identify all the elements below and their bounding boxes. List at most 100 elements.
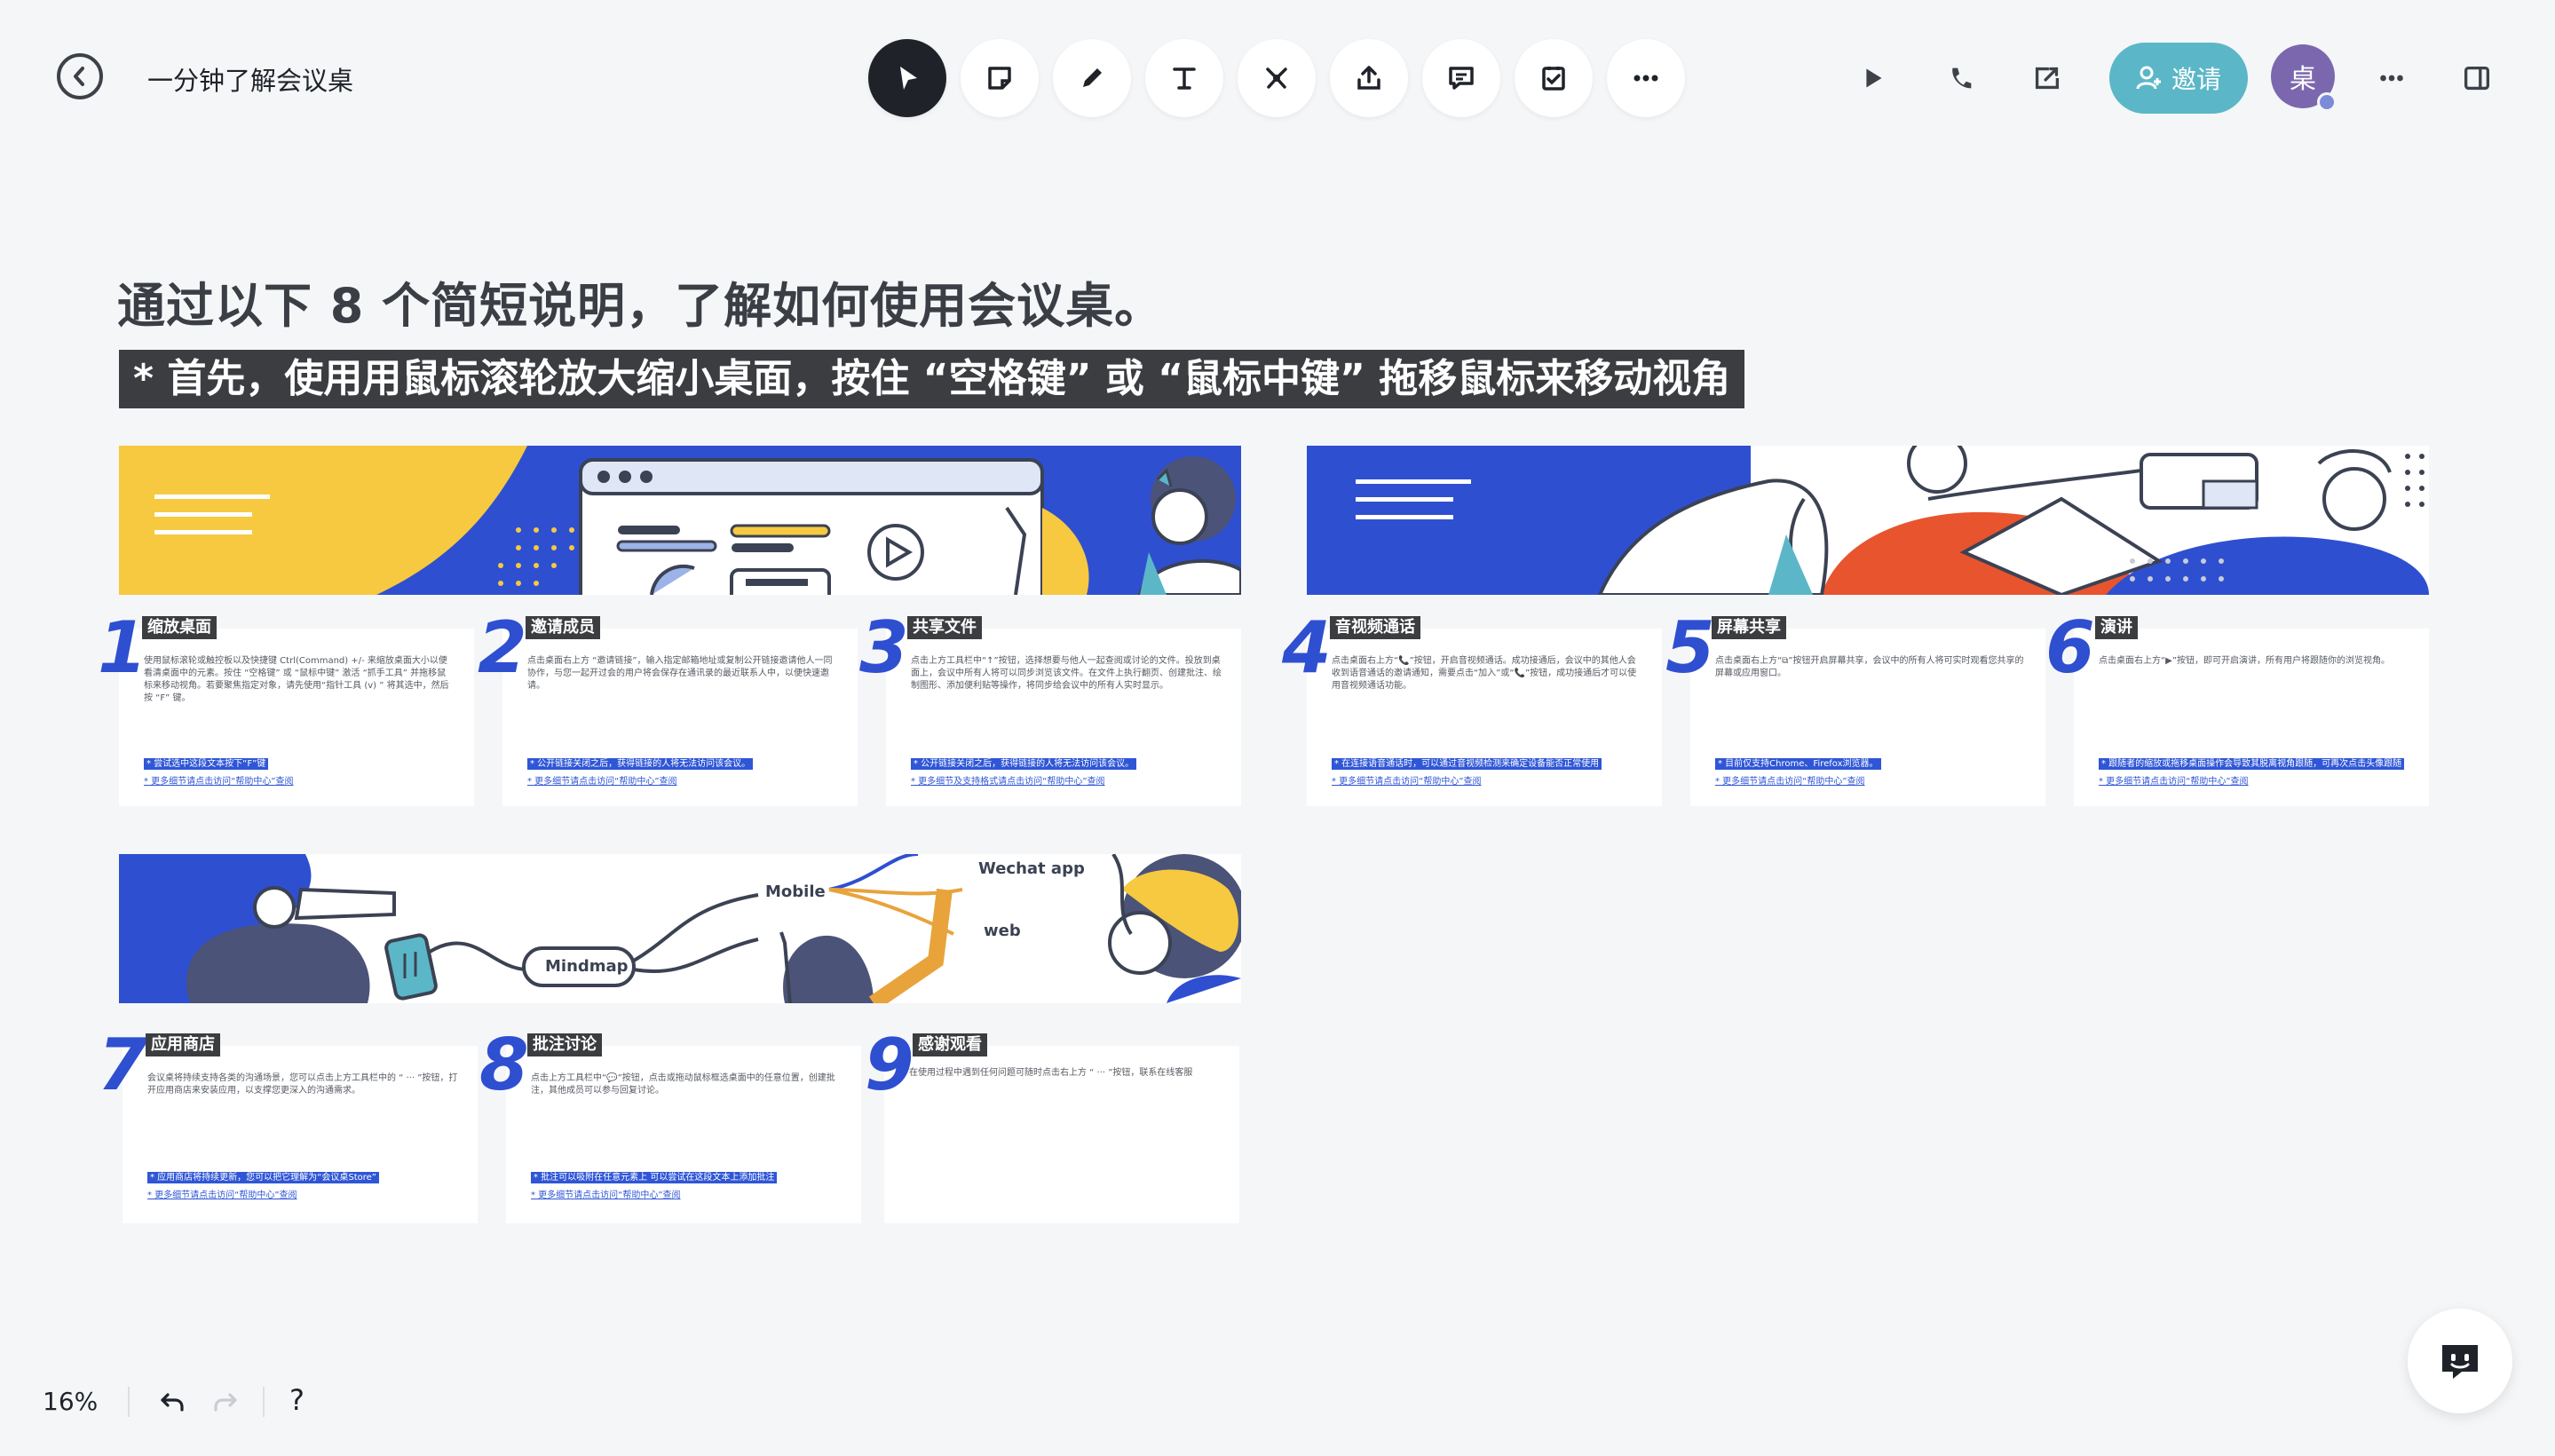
card-description: 点击上方工具栏中“↑”按钮，选择想要与他人一起查阅或讨论的文件。投放到桌面上，会… xyxy=(911,656,1222,691)
help-button[interactable]: ? xyxy=(289,1383,305,1417)
card-highlight: * 批注可以吸附在任意元素上 可以尝试在这段文本上添加批注 xyxy=(531,1172,778,1183)
tip-card-7[interactable]: 会议桌将持续支持各类的沟通场景，您可以点击上方工具栏中的 “ ··· ”按钮，打… xyxy=(123,1046,478,1223)
card-highlight: * 在连接语音通话时，可以通过音视频检测来确定设备能否正常使用 xyxy=(1332,758,1602,770)
tip-card-4[interactable]: 点击桌面右上方“📞”按钮，开启音视频通话。成功接通后，会议中的其他人会收到语音通… xyxy=(1307,629,1662,806)
checklist-tool-button[interactable] xyxy=(1515,39,1593,117)
card-description: 点击桌面右上方“⧉”按钮开启屏幕共享，会议中的所有人将可实时观看您共享的屏幕或应… xyxy=(1715,656,2024,678)
avatar-initial: 桌 xyxy=(2290,64,2316,95)
card-number: 6 xyxy=(2045,606,2095,689)
card-title: 音视频通话 xyxy=(1330,616,1420,639)
card-number: 5 xyxy=(1665,606,1715,689)
zoom-level[interactable]: 16% xyxy=(43,1387,98,1416)
tip-card-2[interactable]: 点击桌面右上方 “邀请链接”，输入指定邮箱地址或复制公开链接邀请他人一同协作，与… xyxy=(502,629,858,806)
tip-card-5[interactable]: 点击桌面右上方“⧉”按钮开启屏幕共享，会议中的所有人将可实时观看您共享的屏幕或应… xyxy=(1690,629,2045,806)
card-title: 演讲 xyxy=(2095,616,2138,639)
card-description: 使用鼠标滚轮或触控板以及快捷键 Ctrl(Command) +/- 来缩放桌面大… xyxy=(144,656,449,703)
canvas-headline[interactable]: 通过以下 8 个简短说明，了解如何使用会议桌。 xyxy=(117,266,1163,336)
chevron-left-icon xyxy=(74,67,84,86)
undo-icon xyxy=(161,1393,184,1412)
back-button[interactable] xyxy=(57,53,103,99)
tip-card-6[interactable]: 点击桌面右上方“▶”按钮，即可开启演讲，所有用户将跟随你的浏览视角。 * 跟随者… xyxy=(2074,629,2429,806)
checklist-icon xyxy=(1542,67,1565,91)
card-title: 应用商店 xyxy=(146,1033,220,1056)
redo-button[interactable] xyxy=(210,1385,241,1417)
card-title: 感谢观看 xyxy=(913,1033,987,1056)
add-user-icon xyxy=(2136,66,2161,90)
tip-card-8[interactable]: 点击上方工具栏中“💬”按钮，点击或拖动鼠标框选桌面中的任意位置，创建批注，其他成… xyxy=(506,1046,861,1223)
sticky-note-tool-button[interactable] xyxy=(961,39,1039,117)
more-menu-button[interactable] xyxy=(2353,39,2431,117)
customer-service-button[interactable] xyxy=(2408,1309,2512,1413)
card-number: 1 xyxy=(98,606,147,689)
card-title: 邀请成员 xyxy=(526,616,600,639)
help-center-link[interactable]: * 更多细节请点击访问“帮助中心”查阅 xyxy=(1715,776,1865,787)
help-center-link[interactable]: * 更多细节请点击访问“帮助中心”查阅 xyxy=(531,1190,681,1201)
banner-illustration-2[interactable] xyxy=(1307,446,2429,595)
invite-button[interactable]: 邀请 xyxy=(2109,43,2248,114)
more-icon xyxy=(2380,75,2403,82)
tip-card-9[interactable]: 在使用过程中遇到任何问题可随时点击右上方 “ ··· ”按钮，联系在线客服 xyxy=(884,1046,1239,1223)
banner-1-art xyxy=(119,446,1241,595)
card-number: 2 xyxy=(478,606,527,689)
card-highlight: * 应用商店将持续更新，您可以把它理解为“会议桌Store” xyxy=(147,1172,379,1183)
card-highlight: * 公开链接关闭之后，获得链接的人将无法访问该会议。 xyxy=(527,758,754,770)
tip-card-3[interactable]: 点击上方工具栏中“↑”按钮，选择想要与他人一起查阅或讨论的文件。投放到桌面上，会… xyxy=(886,629,1241,806)
comment-tool-button[interactable] xyxy=(1422,39,1500,117)
text-icon xyxy=(1173,67,1196,90)
document-title: 一分钟了解会议桌 xyxy=(147,66,354,96)
mindmap-mobile-label: Mobile xyxy=(765,882,826,901)
call-button[interactable] xyxy=(1921,39,1999,117)
card-highlight: * 跟随者的缩放或拖移桌面操作会导致其脱离视角跟随，可再次点击头像跟随 xyxy=(2099,758,2405,770)
help-center-link[interactable]: * 更多细节及支持格式请点击访问“帮助中心”查阅 xyxy=(911,776,1105,787)
help-center-link[interactable]: * 更多细节请点击访问“帮助中心”查阅 xyxy=(144,776,294,787)
chat-bot-icon xyxy=(2442,1345,2478,1379)
upload-tool-button[interactable] xyxy=(1330,39,1408,117)
help-center-link[interactable]: * 更多细节请点击访问“帮助中心”查阅 xyxy=(1332,776,1482,787)
screen-share-button[interactable] xyxy=(2008,39,2086,117)
help-center-link[interactable]: * 更多细节请点击访问“帮助中心”查阅 xyxy=(2099,776,2249,787)
card-description: 点击桌面右上方 “邀请链接”，输入指定邮箱地址或复制公开链接邀请他人一同协作，与… xyxy=(527,656,833,691)
more-tools-button[interactable] xyxy=(1607,39,1685,117)
invite-label: 邀请 xyxy=(2171,65,2221,94)
present-button[interactable] xyxy=(1834,39,1912,117)
more-icon xyxy=(1633,75,1658,82)
banner-illustration-1[interactable] xyxy=(119,446,1241,595)
screen-share-icon xyxy=(2035,67,2060,90)
card-highlight: * 目前仅支持Chrome、Firefox浏览器。 xyxy=(1715,758,1881,770)
card-title: 缩放桌面 xyxy=(142,616,217,639)
card-description: 在使用过程中遇到任何问题可随时点击右上方 “ ··· ”按钮，联系在线客服 xyxy=(909,1068,1193,1078)
play-icon xyxy=(1866,68,1882,88)
main-toolbar xyxy=(868,39,1685,117)
mindmap-web-label: web xyxy=(984,922,1021,940)
pointer-tool-button[interactable] xyxy=(868,39,946,117)
card-title: 共享文件 xyxy=(907,616,982,639)
banner-2-art xyxy=(1307,446,2429,595)
text-tool-button[interactable] xyxy=(1145,39,1223,117)
card-title: 屏幕共享 xyxy=(1712,616,1786,639)
card-number: 3 xyxy=(859,606,909,689)
help-center-link[interactable]: * 更多细节请点击访问“帮助中心”查阅 xyxy=(147,1190,297,1201)
sidebar-icon xyxy=(2464,66,2490,91)
pen-icon xyxy=(1083,68,1102,87)
comment-icon xyxy=(1449,67,1474,90)
undo-button[interactable] xyxy=(156,1385,188,1417)
redo-icon xyxy=(214,1393,237,1412)
card-number: 7 xyxy=(98,1024,147,1106)
card-description: 点击桌面右上方“▶”按钮，即可开启演讲，所有用户将跟随你的浏览视角。 xyxy=(2099,656,2391,666)
help-center-link[interactable]: * 更多细节请点击访问“帮助中心”查阅 xyxy=(527,776,677,787)
side-panel-toggle[interactable] xyxy=(2438,39,2516,117)
card-description: 点击上方工具栏中“💬”按钮，点击或拖动鼠标框选桌面中的任意位置，创建批注，其他成… xyxy=(531,1073,835,1096)
card-highlight: * 尝试选中这段文本按下“F”键 xyxy=(144,758,269,770)
card-number: 9 xyxy=(865,1024,914,1106)
connector-tool-button[interactable] xyxy=(1238,39,1316,117)
card-number: 8 xyxy=(479,1024,529,1106)
sticky-note-icon xyxy=(988,67,1011,90)
canvas-tip[interactable]: * 首先，使用用鼠标滚轮放大缩小桌面，按住 “空格键” 或 “鼠标中键” 拖移鼠… xyxy=(119,350,1745,408)
card-highlight: * 公开链接关闭之后，获得链接的人将无法访问该会议。 xyxy=(911,758,1137,770)
phone-icon xyxy=(1952,67,1972,89)
pen-tool-button[interactable] xyxy=(1053,39,1131,117)
upload-icon xyxy=(1357,66,1380,90)
banner-illustration-3[interactable]: Mindmap Mobile Wechat app web xyxy=(119,854,1241,1003)
tip-card-1[interactable]: 使用鼠标滚轮或触控板以及快捷键 Ctrl(Command) +/- 来缩放桌面大… xyxy=(119,629,474,806)
card-description: 会议桌将持续支持各类的沟通场景，您可以点击上方工具栏中的 “ ··· ”按钮，打… xyxy=(147,1073,458,1096)
